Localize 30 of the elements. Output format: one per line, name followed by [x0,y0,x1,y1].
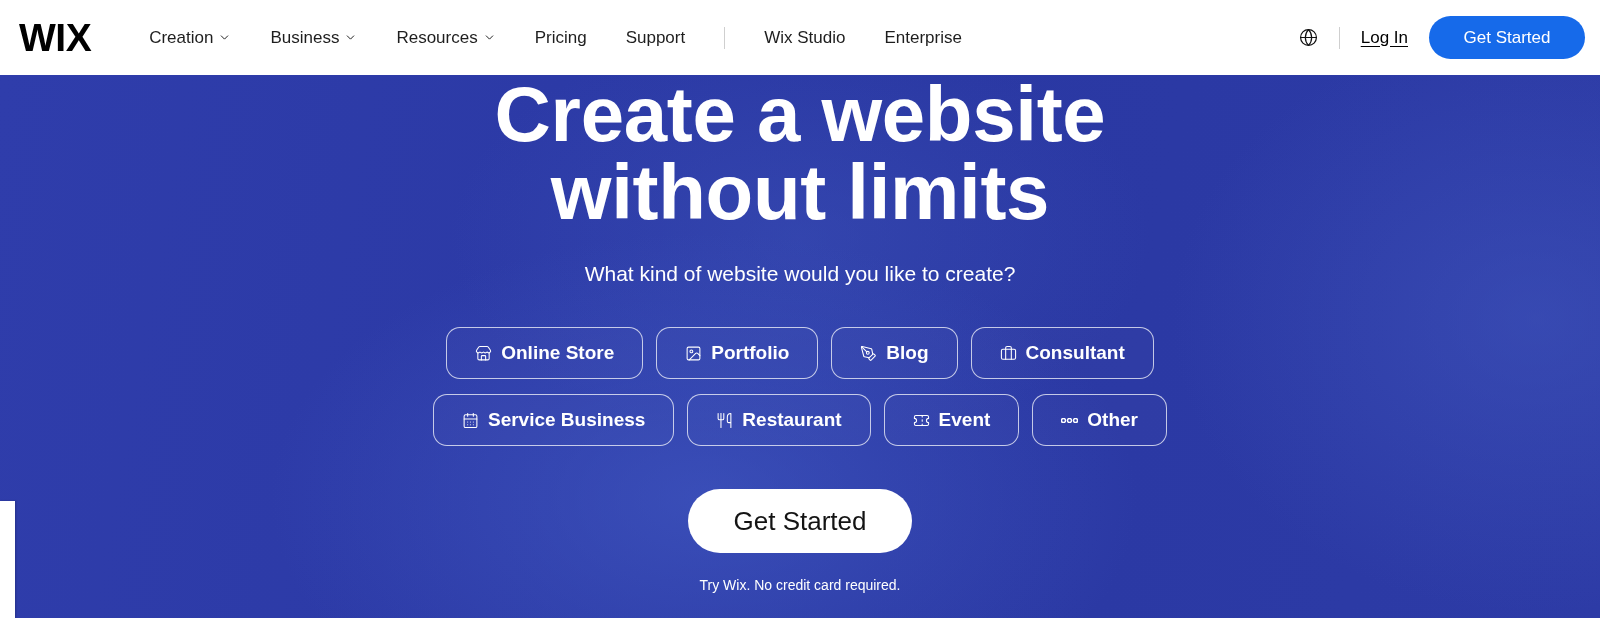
no-credit-card-note: Try Wix. No credit card required. [699,577,901,594]
nav-link[interactable]: Creation [149,27,232,48]
site-type-button[interactable]: Restaurant [687,394,871,446]
nav-link[interactable]: Resources [396,27,496,48]
pen-nib-icon [860,344,878,362]
globe-icon[interactable] [1298,28,1318,47]
nav-link[interactable]: Wix Studio [764,27,846,48]
more-icon [1061,417,1079,423]
nav-link[interactable]: Pricing [534,27,587,48]
get-started-button[interactable]: Get Started [1429,16,1585,59]
site-type-button[interactable]: Consultant [970,327,1154,379]
store-icon [475,344,493,362]
site-type-button[interactable]: Other [1032,394,1168,446]
site-type-button[interactable]: Online Store [446,327,644,379]
get-started-button[interactable]: Get Started [688,489,912,553]
briefcase-icon [999,344,1017,362]
calendar-icon [461,411,479,429]
utensils-icon [716,411,734,429]
login-link[interactable]: Log In [1360,27,1408,48]
site-type-button[interactable]: Service Business [432,394,675,446]
site-type-button[interactable]: Portfolio [656,327,819,379]
logo[interactable]: WIX [19,18,92,57]
site-type-button[interactable]: Blog [831,327,958,379]
nav-link[interactable]: Business [270,27,358,48]
nav-link[interactable]: Enterprise [884,27,962,48]
image-icon [685,344,703,362]
site-type-button[interactable]: Event [883,394,1020,446]
hero-title: Create a website without limits [493,75,1107,231]
nav-link[interactable]: Support [625,27,686,48]
hero-subtitle: What kind of website would you like to create? [584,261,1016,286]
